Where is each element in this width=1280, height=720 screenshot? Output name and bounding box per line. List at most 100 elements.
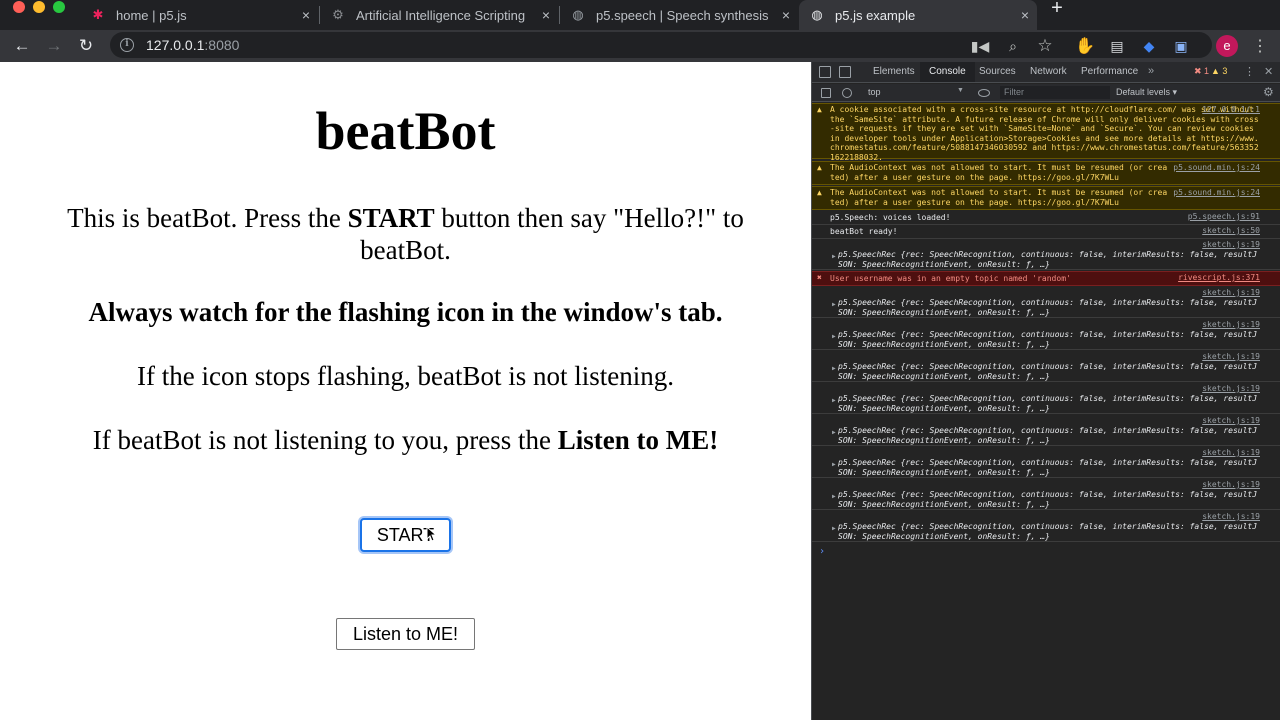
tab-network[interactable]: Network — [1030, 62, 1067, 82]
console-message-object[interactable]: ▶ p5.SpeechRec {rec: SpeechRecognition, … — [812, 415, 1280, 446]
console-message-object[interactable]: ▶ p5.SpeechRec {rec: SpeechRecognition, … — [812, 351, 1280, 382]
zoom-window-button[interactable] — [53, 1, 65, 13]
tab-title: p5.speech | Speech synthesis — [596, 7, 768, 23]
message-source-link[interactable]: p5.sound.min.js:24 — [1173, 188, 1260, 198]
tab-console[interactable]: Console — [920, 62, 975, 82]
reload-icon[interactable]: ↻ — [76, 36, 96, 56]
more-tabs-icon[interactable]: » — [1148, 65, 1154, 77]
close-window-button[interactable] — [13, 1, 25, 13]
extension-shield-icon[interactable]: ◆ — [1139, 36, 1159, 56]
expand-triangle-icon[interactable]: ▶ — [832, 492, 836, 502]
listen-to-me-button[interactable]: Listen to ME! — [336, 618, 475, 650]
back-arrow-icon[interactable]: ← — [12, 36, 32, 56]
expand-triangle-icon[interactable]: ▶ — [832, 364, 836, 374]
expand-triangle-icon[interactable]: ▶ — [832, 332, 836, 342]
message-source-link[interactable]: sketch.js:19 — [1202, 288, 1260, 298]
browser-tab-ai-scripting[interactable]: ⚙ Artificial Intelligence Scripting × — [320, 0, 558, 30]
message-text: p5.SpeechRec {rec: SpeechRecognition, co… — [838, 330, 1258, 349]
profile-avatar[interactable]: e — [1216, 35, 1238, 57]
message-source-link[interactable]: p5.speech.js:91 — [1188, 212, 1260, 222]
bookmark-star-icon[interactable]: ☆ — [1035, 36, 1055, 56]
watch-note: Always watch for the flashing icon in th… — [88, 297, 723, 327]
expand-triangle-icon[interactable]: ▶ — [832, 460, 836, 470]
chevron-down-icon: ▼ — [957, 87, 964, 94]
close-tab-icon[interactable]: × — [302, 8, 310, 22]
message-source-link[interactable]: sketch.js:19 — [1202, 448, 1260, 458]
message-source-link[interactable]: sketch.js:50 — [1202, 226, 1260, 236]
message-text: The AudioContext was not allowed to star… — [830, 163, 1168, 182]
forward-arrow-icon[interactable]: → — [44, 36, 64, 56]
extension-hand-icon[interactable]: ✋ — [1075, 36, 1095, 56]
device-toolbar-icon[interactable] — [839, 66, 851, 78]
clear-console-icon[interactable] — [842, 88, 852, 98]
console-message-object[interactable]: ▶ p5.SpeechRec {rec: SpeechRecognition, … — [812, 447, 1280, 478]
expand-triangle-icon[interactable]: ▶ — [832, 252, 836, 262]
message-text: p5.SpeechRec {rec: SpeechRecognition, co… — [838, 522, 1258, 541]
extension-save-icon[interactable]: ▣ — [1171, 36, 1191, 56]
console-message-object[interactable]: ▶ p5.SpeechRec {rec: SpeechRecognition, … — [812, 383, 1280, 414]
message-source-link[interactable]: 127.0.0.1/:1 — [1202, 105, 1260, 115]
browser-tab-p5-home[interactable]: ✱ home | p5.js × — [80, 0, 318, 30]
message-source-link[interactable]: sketch.js:19 — [1202, 384, 1260, 394]
console-message-object[interactable]: ▶ p5.SpeechRec {rec: SpeechRecognition, … — [812, 239, 1280, 270]
warning-count-badge[interactable]: ▲ 3 — [1211, 66, 1227, 76]
expand-triangle-icon[interactable]: ▶ — [832, 428, 836, 438]
extension-document-icon[interactable]: ▤ — [1107, 36, 1127, 56]
browser-tab-p5-example[interactable]: ◍ p5.js example × — [799, 0, 1037, 30]
message-source-link[interactable]: p5.sound.min.js:24 — [1173, 163, 1260, 173]
message-text: The AudioContext was not allowed to star… — [830, 188, 1168, 207]
minimize-window-button[interactable] — [33, 1, 45, 13]
error-count-badge[interactable]: ✖ 1 — [1194, 66, 1209, 77]
console-filter-input[interactable]: Filter — [1000, 86, 1110, 99]
console-message-object[interactable]: ▶ p5.SpeechRec {rec: SpeechRecognition, … — [812, 319, 1280, 350]
message-source-link[interactable]: sketch.js:19 — [1202, 240, 1260, 250]
message-source-link[interactable]: sketch.js:19 — [1202, 352, 1260, 362]
tab-sources[interactable]: Sources — [979, 62, 1016, 82]
close-tab-icon[interactable]: × — [542, 8, 550, 22]
gear-icon[interactable]: ⚙ — [1263, 85, 1274, 99]
log-levels-dropdown[interactable]: Default levels ▾ — [1116, 87, 1177, 98]
console-message-warning[interactable]: ▲ The AudioContext was not allowed to st… — [812, 161, 1280, 185]
inspect-element-icon[interactable] — [819, 66, 831, 78]
console-prompt[interactable]: › — [819, 547, 825, 557]
message-source-link[interactable]: rivescript.js:371 — [1178, 273, 1260, 283]
console-message-object[interactable]: ▶ p5.SpeechRec {rec: SpeechRecognition, … — [812, 479, 1280, 510]
intro-start-word: START — [347, 203, 435, 233]
tab-title: Artificial Intelligence Scripting — [356, 7, 526, 23]
console-message-object[interactable]: ▶ p5.SpeechRec {rec: SpeechRecognition, … — [812, 287, 1280, 318]
console-message-log[interactable]: beatBot ready! sketch.js:50 — [812, 225, 1280, 239]
console-message-object[interactable]: ▶ p5.SpeechRec {rec: SpeechRecognition, … — [812, 511, 1280, 542]
expand-triangle-icon[interactable]: ▶ — [832, 300, 836, 310]
console-message-error[interactable]: ✖ User username was in an empty topic na… — [812, 271, 1280, 286]
devtools-menu-icon[interactable]: ⋮ — [1244, 65, 1255, 78]
warning-count: 3 — [1222, 66, 1228, 76]
sidebar-toggle-icon[interactable] — [821, 88, 831, 98]
message-source-link[interactable]: sketch.js:19 — [1202, 512, 1260, 522]
message-source-link[interactable]: sketch.js:19 — [1202, 320, 1260, 330]
expand-triangle-icon[interactable]: ▶ — [832, 524, 836, 534]
expand-triangle-icon[interactable]: ▶ — [832, 396, 836, 406]
site-info-icon[interactable]: i — [120, 38, 134, 52]
browser-tab-p5-speech[interactable]: ◍ p5.speech | Speech synthesis × — [560, 0, 798, 30]
zoom-icon[interactable]: ⌕ — [1003, 36, 1023, 56]
warning-icon: ▲ — [817, 163, 822, 172]
context-selector[interactable]: top — [868, 87, 964, 99]
camera-icon[interactable]: ▮◀ — [970, 36, 990, 56]
intro-text: This is beatBot. Press the — [67, 203, 348, 233]
menu-kebab-icon[interactable]: ⋮ — [1250, 36, 1270, 56]
message-source-link[interactable]: sketch.js:19 — [1202, 480, 1260, 490]
devtools-tab-bar: Elements Console Sources Network Perform… — [812, 62, 1280, 83]
new-tab-button[interactable]: + — [1047, 0, 1067, 20]
globe-icon: ◍ — [572, 7, 584, 22]
live-expression-eye-icon[interactable] — [978, 89, 990, 97]
close-tab-icon[interactable]: × — [1021, 8, 1029, 22]
console-message-warning[interactable]: ▲ A cookie associated with a cross-site … — [812, 103, 1280, 162]
close-tab-icon[interactable]: × — [782, 8, 790, 22]
console-message-warning[interactable]: ▲ The AudioContext was not allowed to st… — [812, 186, 1280, 210]
message-source-link[interactable]: sketch.js:19 — [1202, 416, 1260, 426]
console-message-log[interactable]: p5.Speech: voices loaded! p5.speech.js:9… — [812, 211, 1280, 225]
tab-performance[interactable]: Performance — [1081, 62, 1138, 82]
tab-elements[interactable]: Elements — [873, 62, 915, 82]
globe-icon: ◍ — [811, 7, 823, 22]
close-devtools-icon[interactable]: ✕ — [1264, 65, 1273, 78]
